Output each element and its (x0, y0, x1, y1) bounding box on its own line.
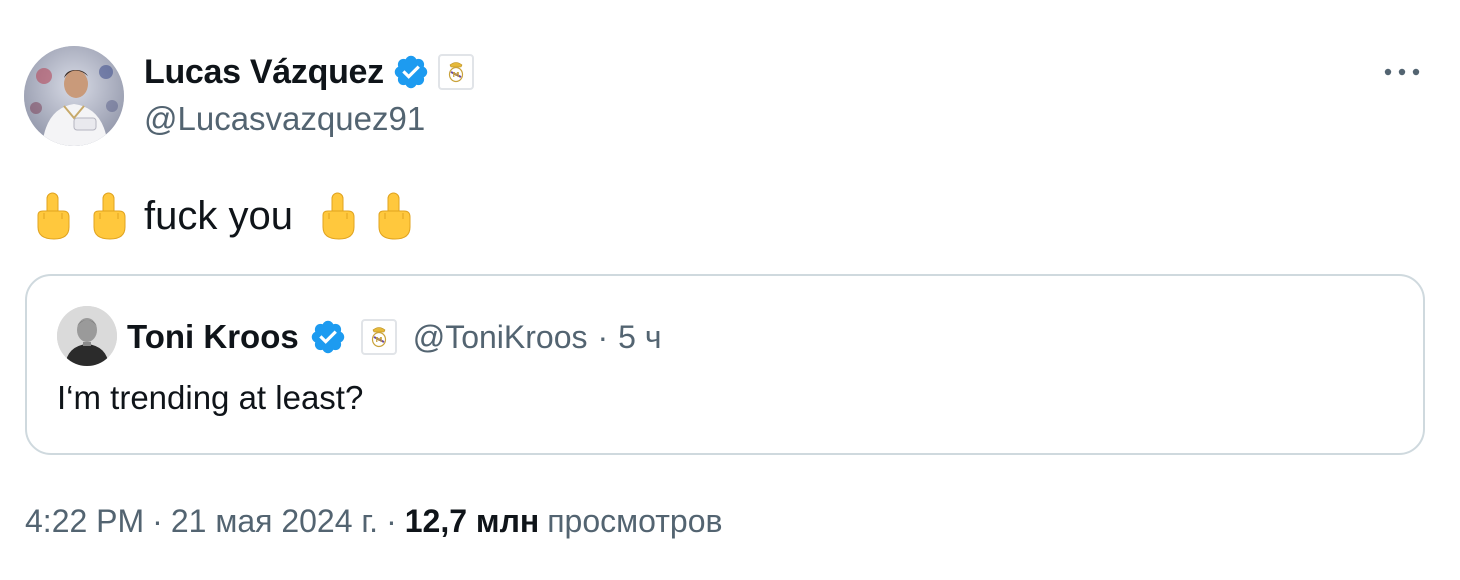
more-button[interactable] (1380, 52, 1424, 92)
quoted-affiliate-badge[interactable]: M (360, 319, 397, 355)
verified-badge-icon (311, 320, 344, 354)
quoted-timestamp[interactable]: 5 ч (618, 319, 661, 356)
meta-separator: · (386, 502, 397, 539)
quoted-tweet-text: I‘m trending at least? (57, 379, 364, 416)
quoted-author-avatar-image (57, 306, 117, 366)
verified-badge-icon (394, 55, 428, 89)
affiliate-badge[interactable]: M (437, 54, 474, 90)
real-madrid-crest-icon: M (371, 327, 386, 348)
quoted-separator: · (597, 318, 609, 355)
middle-finger-emoji (93, 192, 126, 240)
tweet-date[interactable]: 21 мая 2024 г. (171, 503, 378, 540)
tweet-text: fuck you (30, 186, 417, 246)
quoted-author-avatar[interactable] (57, 306, 117, 366)
meta-separator: · (152, 502, 163, 539)
middle-finger-emoji (378, 192, 411, 240)
quoted-tweet[interactable]: Toni Kroos M @ToniKroos · 5 ч I‘m trendi… (25, 274, 1425, 455)
quoted-author-name[interactable]: Toni Kroos (127, 318, 299, 356)
quoted-author-handle[interactable]: @ToniKroos (413, 319, 588, 356)
tweet-time[interactable]: 4:22 PM (25, 503, 144, 540)
quoted-header: Toni Kroos M @ToniKroos · 5 ч (127, 312, 662, 362)
views-count[interactable]: 12,7 млн (405, 503, 540, 540)
real-madrid-crest-icon: M (448, 62, 463, 83)
author-avatar-image (24, 46, 124, 146)
author-name[interactable]: Lucas Vázquez (144, 53, 384, 92)
tweet-text-content: fuck you (144, 193, 293, 238)
views-label: просмотров (547, 502, 723, 539)
middle-finger-emoji (322, 192, 355, 240)
author-handle[interactable]: @Lucasvazquez91 (144, 100, 425, 138)
middle-finger-emoji (37, 192, 70, 240)
tweet: Lucas Vázquez M @Lucasvazquez91 fuck you… (0, 0, 1460, 580)
svg-text:M: M (452, 71, 459, 79)
tweet-meta: 4:22 PM · 21 мая 2024 г. · 12,7 млн прос… (25, 498, 722, 544)
author-name-row: Lucas Vázquez M (144, 50, 474, 94)
svg-text:M: M (375, 336, 382, 344)
author-avatar[interactable] (24, 46, 124, 146)
more-horizontal-icon (1384, 68, 1420, 76)
